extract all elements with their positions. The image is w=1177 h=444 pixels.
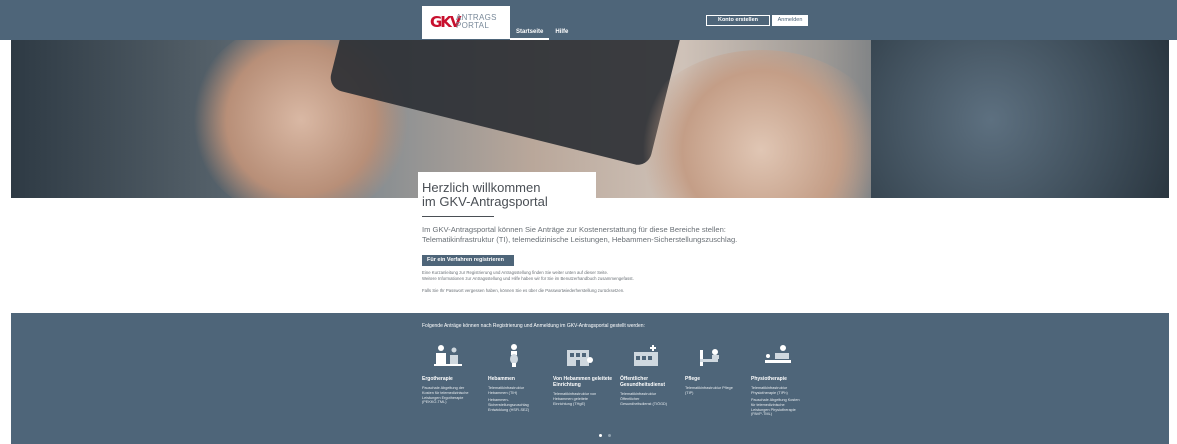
intro-text: Im GKV-Antragsportal können Sie Anträge … xyxy=(422,225,782,245)
card-title: Hebammen xyxy=(488,376,515,382)
site-header: GKV ANTRAGS PORTAL Startseite Hilfe Kont… xyxy=(0,0,1177,40)
card-title: Öffentlicher Gesundheitsdienst xyxy=(620,376,666,388)
therapist-icon xyxy=(434,345,462,366)
facility-icon xyxy=(567,350,593,366)
register-procedure-button[interactable]: Für ein Verfahren registrieren xyxy=(422,255,514,266)
title-divider xyxy=(422,216,494,217)
card-desc: Pauschale Abgeltung der Kosten für telem… xyxy=(422,386,469,405)
info-line-1: Eine Kurzanleitung zur Registrierung und… xyxy=(422,270,609,275)
card-desc: Telematikinfrastruktur Physiotherapie (T… xyxy=(751,386,788,395)
page-title-line-1: Herzlich willkommen xyxy=(422,180,541,195)
create-account-button[interactable]: Konto erstellen xyxy=(706,15,770,26)
card-title: Von Hebammen geleitete Einrichtung xyxy=(553,376,613,388)
gkv-logo[interactable]: GKV ANTRAGS PORTAL xyxy=(422,6,510,39)
procedures-heading: Folgende Anträge können nach Registrieru… xyxy=(422,323,645,329)
card-desc-2: Pauschale Abgeltung Kosten für telemediz… xyxy=(751,398,800,417)
intro-line-2: Telematikinfrastruktur (TI), telemedizin… xyxy=(422,235,738,244)
carousel-dot-2[interactable] xyxy=(608,434,611,437)
physio-icon xyxy=(765,345,791,363)
midwife-icon xyxy=(510,344,518,367)
carousel-pagination xyxy=(599,434,611,437)
page-title-line-2: im GKV-Antragsportal xyxy=(422,194,548,209)
public-health-icon xyxy=(634,345,658,366)
card-desc: Telematikinfrastruktur von Hebammen gele… xyxy=(553,392,597,406)
card-title: Pflege xyxy=(685,376,701,382)
care-icon xyxy=(700,349,719,366)
logo-wordmark: ANTRAGS PORTAL xyxy=(456,14,497,30)
nav-item-hilfe[interactable]: Hilfe xyxy=(549,24,574,40)
login-button[interactable]: Anmelden xyxy=(772,15,808,26)
intro-line-1: Im GKV-Antragsportal können Sie Anträge … xyxy=(422,225,726,234)
card-desc: Telematikinfrastruktur Öffentlicher Gesu… xyxy=(620,392,668,406)
card-desc: Telematikinfrastruktur Hebammen (TIH) xyxy=(488,386,525,395)
carousel-dot-1[interactable] xyxy=(599,434,602,437)
page-title: Herzlich willkommen im GKV-Antragsportal xyxy=(422,181,548,209)
card-title: Physiotherapie xyxy=(751,376,787,382)
logo-line-2: PORTAL xyxy=(456,21,490,30)
card-desc: Telematikinfrastruktur Pflege (TIP) xyxy=(685,386,733,395)
header-inner: GKV ANTRAGS PORTAL Startseite Hilfe Kont… xyxy=(418,6,808,40)
info-line-2: Weitere Informationen zur Antragsstellun… xyxy=(422,276,634,281)
hero-sleeve xyxy=(871,40,1169,198)
nav-item-startseite[interactable]: Startseite xyxy=(510,24,550,40)
card-title: Ergotherapie xyxy=(422,376,453,382)
main-nav: Startseite Hilfe xyxy=(510,24,574,40)
password-reset-text[interactable]: Falls Sie Ihr Passwort vergessen haben, … xyxy=(422,288,762,294)
card-desc-2: Hebammen-Sicherstellungszuschlag Entwick… xyxy=(488,398,530,412)
